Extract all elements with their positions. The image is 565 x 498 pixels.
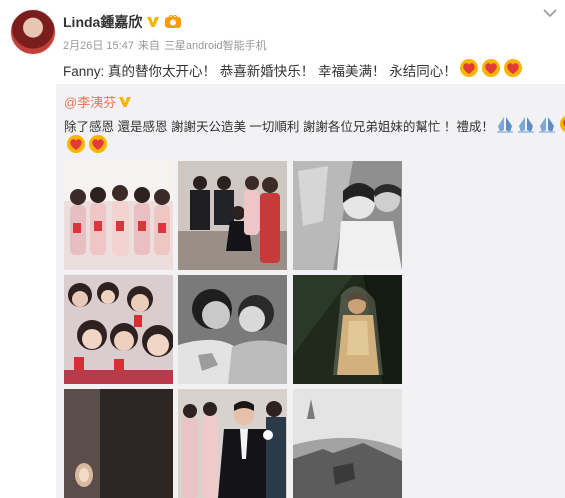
source-prefix: 来自: [137, 40, 160, 52]
photo-bride-veil[interactable]: [293, 275, 402, 384]
vip-badge-icon[interactable]: [164, 15, 182, 29]
heart-emoji-icon: [503, 59, 522, 77]
repost-box: @李洟芬 除了感恩 還是感恩 謝謝天公造美 一切順利 謝謝各位兄弟姐妹的幫忙 ！…: [56, 84, 565, 498]
original-author-link[interactable]: @李洟芬: [64, 92, 116, 111]
post-meta: 2月26日 15:47 来自 三星android智能手机: [63, 37, 267, 53]
post-body: Fanny: 真的替你太开心！ 恭喜新婚快乐！ 幸福美满！ 永结同心！: [63, 58, 523, 81]
username-link[interactable]: Linda鍾嘉欣: [63, 12, 142, 32]
heart-emoji-group: [457, 58, 523, 81]
heart-emoji-icon: [459, 59, 478, 77]
user-avatar[interactable]: [10, 9, 56, 55]
source-device-link[interactable]: 三星android智能手机: [164, 37, 267, 53]
repost-text: 除了感恩 還是感恩 謝謝天公造美 一切順利 謝謝各位兄弟姐妹的幫忙 ！禮成！: [64, 120, 494, 134]
repost-body: 除了感恩 還是感恩 謝謝天公造美 一切順利 謝謝各位兄弟姐妹的幫忙 ！禮成！: [64, 114, 565, 137]
photo-bridesmaids-red-envelopes[interactable]: [64, 161, 173, 270]
chevron-down-icon[interactable]: [543, 8, 557, 18]
pray-emoji-group: [494, 114, 557, 137]
photo-groomsmen[interactable]: [178, 389, 287, 498]
photo-friends-selfie[interactable]: [64, 275, 173, 384]
heart-emoji-group: [557, 114, 565, 137]
photo-couple-closeup[interactable]: [293, 161, 402, 270]
heart-emoji-row: [64, 134, 108, 154]
photo-grid: [64, 161, 402, 498]
post-header: Linda鍾嘉欣: [63, 12, 182, 32]
heart-emoji-icon: [67, 135, 85, 153]
heart-emoji-icon: [481, 59, 500, 77]
photo-bw-landscape[interactable]: [293, 389, 402, 498]
verified-badge-icon: [119, 96, 132, 107]
pray-hands-emoji-icon: [517, 117, 534, 133]
post-timestamp[interactable]: 2月26日 15:47: [63, 37, 134, 53]
pray-hands-emoji-icon: [496, 117, 513, 133]
photo-groom-kneeling[interactable]: [178, 161, 287, 270]
heart-emoji-icon: [559, 115, 565, 133]
verified-badge-icon: [147, 17, 160, 27]
heart-emoji-icon: [89, 135, 107, 153]
photo-dark-lamp[interactable]: [64, 389, 173, 498]
weibo-post: Linda鍾嘉欣 2月26日 15:47 来自 三星android智能手机 Fa…: [0, 0, 565, 498]
post-text: Fanny: 真的替你太开心！ 恭喜新婚快乐！ 幸福美满！ 永结同心！: [63, 63, 457, 79]
repost-header: @李洟芬: [64, 92, 132, 111]
pray-hands-emoji-icon: [538, 117, 555, 133]
photo-mother-hug[interactable]: [178, 275, 287, 384]
